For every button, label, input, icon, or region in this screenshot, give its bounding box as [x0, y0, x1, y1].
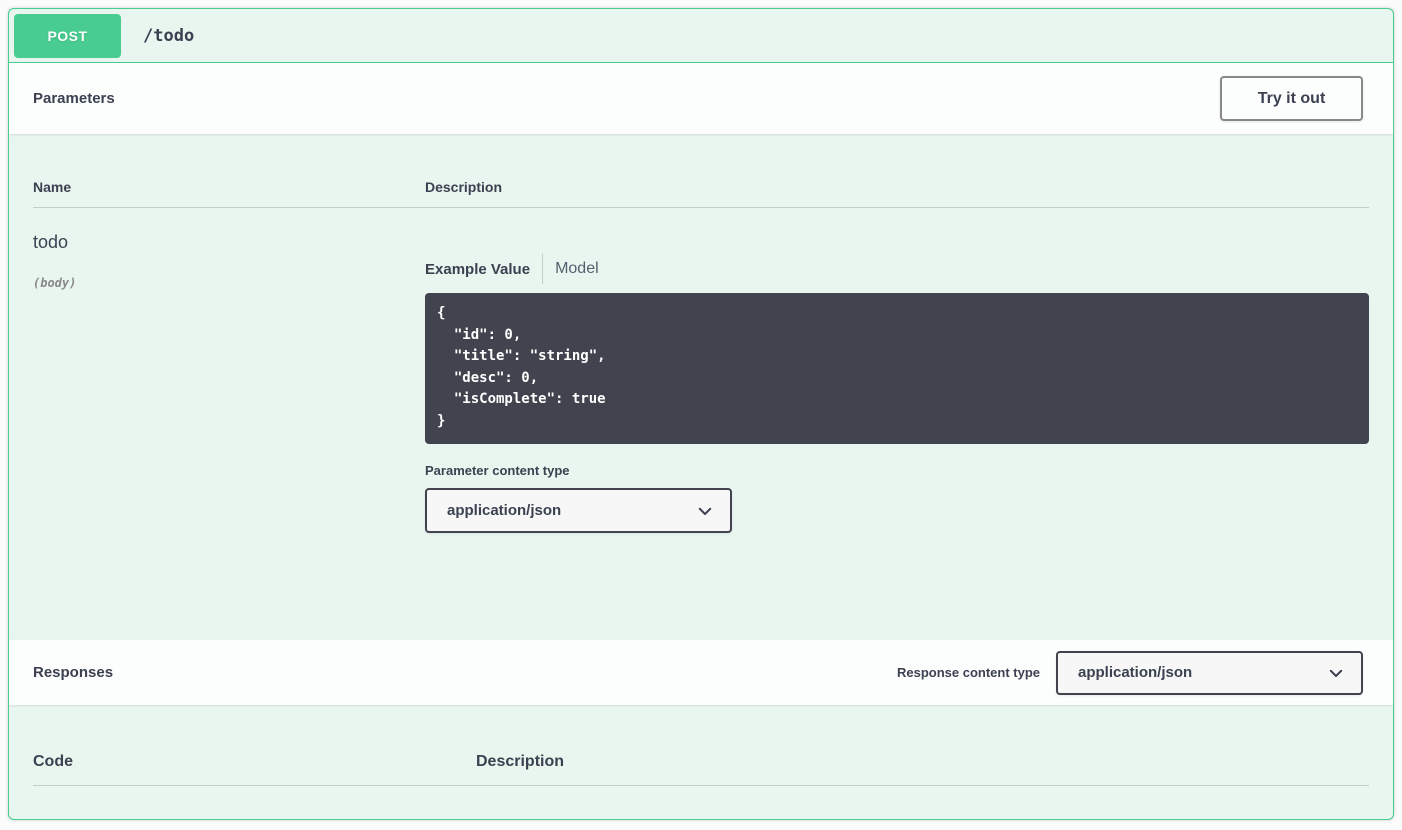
example-json-code-block: { "id": 0, "title": "string", "desc": 0,…	[425, 293, 1369, 444]
parameters-body: Name Description todo (body) Example Val…	[9, 134, 1393, 640]
responses-title: Responses	[33, 664, 113, 681]
parameter-content-type-label: Parameter content type	[425, 463, 1369, 478]
responses-section-header: Responses Response content type applicat…	[9, 640, 1393, 705]
endpoint-path: /todo	[143, 26, 194, 46]
parameter-name: todo	[33, 232, 425, 252]
tab-model[interactable]: Model	[555, 260, 599, 278]
parameter-location: (body)	[33, 276, 425, 290]
parameters-table-header: Name Description	[33, 179, 1369, 208]
parameter-row-todo: todo (body) Example Value Model { "id": …	[33, 208, 1369, 533]
responses-table-header: Code Description	[33, 753, 1369, 786]
response-content-type-label: Response content type	[897, 665, 1040, 680]
response-description-column-header: Description	[476, 753, 1369, 771]
chevron-down-icon	[696, 502, 714, 520]
parameter-description-cell: Example Value Model { "id": 0, "title": …	[425, 232, 1369, 533]
name-column-header: Name	[33, 179, 425, 195]
response-content-type-select[interactable]: application/json	[1056, 651, 1363, 695]
model-example-tabs: Example Value Model	[425, 254, 1369, 284]
description-column-header: Description	[425, 179, 1369, 195]
parameters-title: Parameters	[33, 90, 115, 107]
response-content-type-group: Response content type application/json	[897, 651, 1363, 695]
code-column-header: Code	[33, 753, 476, 771]
parameters-section-header: Parameters Try it out	[9, 63, 1393, 134]
parameter-content-type-value: application/json	[447, 502, 561, 519]
operation-block-post-todo: POST /todo Parameters Try it out Name De…	[8, 8, 1394, 820]
operation-summary[interactable]: POST /todo	[9, 9, 1393, 63]
responses-body: Code Description	[9, 705, 1393, 786]
tab-example-value[interactable]: Example Value	[425, 261, 530, 278]
chevron-down-icon	[1327, 664, 1345, 682]
parameter-name-cell: todo (body)	[33, 232, 425, 533]
method-badge: POST	[14, 14, 121, 58]
try-it-out-button[interactable]: Try it out	[1220, 76, 1363, 121]
parameter-content-type-select[interactable]: application/json	[425, 488, 732, 533]
response-content-type-value: application/json	[1078, 664, 1192, 681]
tab-separator	[542, 254, 543, 284]
